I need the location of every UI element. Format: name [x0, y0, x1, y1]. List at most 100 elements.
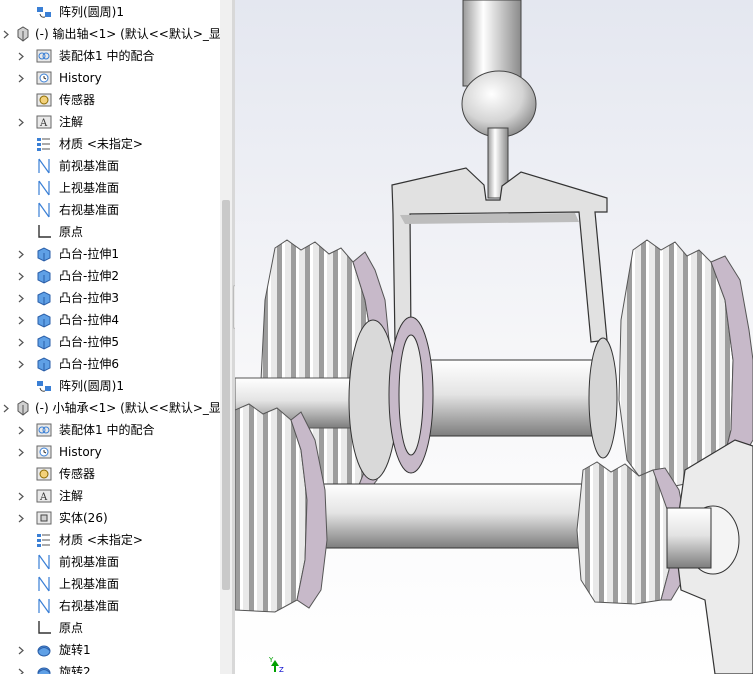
tree-item[interactable]: 凸台-拉伸4: [0, 309, 232, 331]
tree-item-label: 旋转1: [59, 643, 91, 657]
expand-arrow-icon[interactable]: [17, 359, 25, 369]
tree-item[interactable]: 凸台-拉伸3: [0, 287, 232, 309]
expand-arrow-icon[interactable]: [2, 403, 10, 413]
extrude-icon: [35, 245, 53, 263]
material-icon: [35, 135, 53, 153]
part-icon: [14, 399, 32, 417]
tree-item[interactable]: 旋转2: [0, 661, 232, 674]
expand-arrow-icon[interactable]: [17, 249, 25, 259]
tree-item[interactable]: History: [0, 441, 232, 463]
tree-scrollbar-thumb[interactable]: [222, 200, 230, 590]
tree-item[interactable]: 凸台-拉伸1: [0, 243, 232, 265]
tree-item[interactable]: 原点: [0, 617, 232, 639]
expand-arrow-icon[interactable]: [17, 117, 25, 127]
tree-item-label: (-) 输出轴<1> (默认<<默认>_显示: [35, 27, 232, 41]
tree-item-label: 右视基准面: [59, 599, 120, 613]
tree-item-label: History: [59, 71, 102, 85]
tree-item-label: 前视基准面: [59, 159, 120, 173]
expand-arrow-icon[interactable]: [17, 73, 25, 83]
tree-item[interactable]: 右视基准面: [0, 595, 232, 617]
tree-item[interactable]: 材质 <未指定>: [0, 529, 232, 551]
assembly-model-view: Y Z: [235, 0, 753, 674]
tree-item-label: 凸台-拉伸5: [59, 335, 119, 349]
material-icon: [35, 531, 53, 549]
tree-item-label: History: [59, 445, 102, 459]
tree-item-label: 凸台-拉伸2: [59, 269, 119, 283]
extrude-icon: [35, 355, 53, 373]
circular-pattern-icon: [35, 377, 53, 395]
expand-arrow-icon[interactable]: [17, 513, 25, 523]
annotation-icon: A: [35, 487, 53, 505]
revolve-icon: [35, 663, 53, 674]
origin-icon: [35, 223, 53, 241]
expand-arrow-icon[interactable]: [17, 447, 25, 457]
expand-arrow-icon[interactable]: [17, 667, 25, 674]
tree-item-label: 原点: [59, 225, 84, 239]
expand-arrow-icon[interactable]: [17, 337, 25, 347]
tree-item[interactable]: 上视基准面: [0, 573, 232, 595]
svg-text:A: A: [39, 492, 48, 503]
expand-arrow-icon[interactable]: [17, 425, 25, 435]
extrude-icon: [35, 311, 53, 329]
tree-item-label: 实体(26): [59, 511, 108, 525]
expand-arrow-icon[interactable]: [17, 645, 25, 655]
tree-item-label: 凸台-拉伸4: [59, 313, 119, 327]
tree-item[interactable]: 旋转1: [0, 639, 232, 661]
plane-icon: [35, 575, 53, 593]
tree-item-label: 装配体1 中的配合: [59, 49, 155, 63]
tree-item[interactable]: 传感器: [0, 89, 232, 111]
tree-item[interactable]: 凸台-拉伸6: [0, 353, 232, 375]
feature-manager-tree: 阵列(圆周)1 (-) 输出轴<1> (默认<<默认>_显示装配体1 中的配合 Hi…: [0, 0, 232, 674]
tree-item[interactable]: A 注解: [0, 111, 232, 133]
tree-item[interactable]: 装配体1 中的配合: [0, 419, 232, 441]
extrude-icon: [35, 289, 53, 307]
plane-icon: [35, 201, 53, 219]
tree-item[interactable]: 装配体1 中的配合: [0, 45, 232, 67]
graphics-viewport[interactable]: Y Z: [235, 0, 753, 674]
tree-item-label: 装配体1 中的配合: [59, 423, 155, 437]
sensor-icon: [35, 465, 53, 483]
history-icon: [35, 443, 53, 461]
expand-arrow-icon[interactable]: [2, 29, 10, 39]
tree-item[interactable]: 传感器: [0, 463, 232, 485]
solid-bodies-icon: [35, 509, 53, 527]
expand-arrow-icon[interactable]: [17, 271, 25, 281]
tree-item[interactable]: History: [0, 67, 232, 89]
tree-item[interactable]: A 注解: [0, 485, 232, 507]
tree-item[interactable]: 阵列(圆周)1: [0, 1, 232, 23]
extrude-icon: [35, 333, 53, 351]
tree-item-label: (-) 小轴承<1> (默认<<默认>_显示: [35, 401, 232, 415]
plane-icon: [35, 179, 53, 197]
annotation-icon: A: [35, 113, 53, 131]
triad-z-label: Z: [279, 666, 284, 674]
circular-pattern-icon: [35, 3, 53, 21]
mates-folder-icon: [35, 47, 53, 65]
tree-item[interactable]: 实体(26): [0, 507, 232, 529]
history-icon: [35, 69, 53, 87]
plane-icon: [35, 553, 53, 571]
tree-item[interactable]: 前视基准面: [0, 551, 232, 573]
tree-item[interactable]: 原点: [0, 221, 232, 243]
part-icon: [14, 25, 32, 43]
sensor-icon: [35, 91, 53, 109]
tree-item[interactable]: 凸台-拉伸2: [0, 265, 232, 287]
tree-item[interactable]: 右视基准面: [0, 199, 232, 221]
tree-item-label: 上视基准面: [59, 181, 120, 195]
tree-item[interactable]: (-) 小轴承<1> (默认<<默认>_显示: [0, 397, 232, 419]
expand-arrow-icon[interactable]: [17, 293, 25, 303]
svg-text:A: A: [39, 118, 48, 129]
expand-arrow-icon[interactable]: [17, 315, 25, 325]
tree-item-label: 前视基准面: [59, 555, 120, 569]
expand-arrow-icon[interactable]: [17, 491, 25, 501]
tree-item-label: 原点: [59, 621, 84, 635]
tree-item[interactable]: 凸台-拉伸5: [0, 331, 232, 353]
tree-item[interactable]: 阵列(圆周)1: [0, 375, 232, 397]
tree-item[interactable]: 前视基准面: [0, 155, 232, 177]
tree-item[interactable]: 上视基准面: [0, 177, 232, 199]
tree-item[interactable]: 材质 <未指定>: [0, 133, 232, 155]
tree-item-label: 材质 <未指定>: [59, 137, 143, 151]
expand-arrow-icon[interactable]: [17, 51, 25, 61]
tree-item-label: 注解: [59, 115, 84, 129]
revolve-icon: [35, 641, 53, 659]
tree-item[interactable]: (-) 输出轴<1> (默认<<默认>_显示: [0, 23, 232, 45]
